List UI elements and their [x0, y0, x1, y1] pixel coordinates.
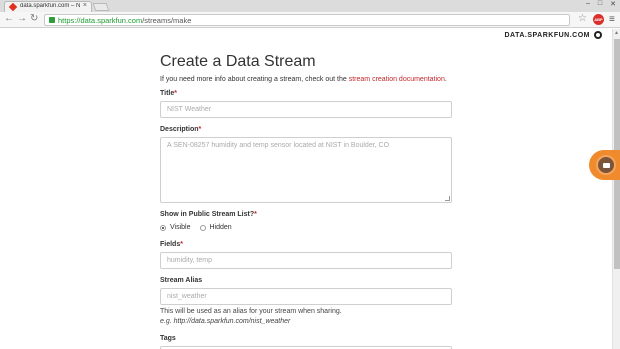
page-title: Create a Data Stream — [160, 53, 316, 70]
minimize-icon[interactable]: – — [586, 0, 590, 10]
url-text: https://data.sparkfun.com/streams/make — [58, 16, 191, 25]
intro-text: If you need more info about creating a s… — [160, 76, 447, 83]
back-icon[interactable]: ← — [4, 13, 14, 24]
description-textarea[interactable]: A SEN-08257 humidity and temp sensor loc… — [160, 137, 452, 203]
window-controls: – □ ✕ — [586, 0, 616, 10]
description-placeholder: A SEN-08257 humidity and temp sensor loc… — [167, 142, 390, 149]
title-label: Title* — [160, 90, 177, 97]
chrome-menu-icon[interactable]: ≡ — [609, 14, 615, 25]
scroll-up-icon[interactable]: ▲ — [614, 30, 619, 36]
alias-placeholder: nist_weather — [167, 293, 207, 300]
fields-input[interactable]: humidity, temp — [160, 252, 452, 269]
visibility-radio-group: Visible Hidden — [160, 224, 241, 231]
intro-text-end: . — [444, 76, 447, 83]
tab-close-icon[interactable]: × — [83, 2, 87, 9]
documentation-link[interactable]: stream creation documentation — [349, 76, 445, 83]
reload-icon[interactable]: ↻ — [30, 13, 38, 24]
maximize-icon[interactable]: □ — [598, 0, 602, 10]
tab-strip: data.sparkfun.com – New × – □ ✕ — [0, 0, 620, 12]
adblock-extension-icon[interactable]: ABP — [593, 14, 604, 25]
sparkfun-favicon-icon — [8, 2, 18, 12]
support-chat-button[interactable] — [589, 150, 620, 180]
alias-example-text: e.g. http://data.sparkfun.com/nist_weath… — [160, 318, 291, 325]
browser-tab[interactable]: data.sparkfun.com – New × — [4, 1, 92, 12]
visibility-label-text: Show in Public Stream List? — [160, 211, 255, 218]
fields-placeholder: humidity, temp — [167, 257, 212, 264]
alias-label: Stream Alias — [160, 277, 203, 284]
bookmark-star-icon[interactable]: ☆ — [578, 13, 587, 24]
alias-help-text: This will be used as an alias for your s… — [160, 308, 342, 315]
title-label-text: Title — [160, 90, 175, 97]
browser-toolbar: ← → ↻ https://data.sparkfun.com/streams/… — [0, 12, 620, 28]
lock-icon — [49, 17, 55, 23]
title-input[interactable]: NIST Weather — [160, 101, 452, 118]
required-marker: * — [254, 211, 257, 218]
url-path: /streams/make — [142, 16, 192, 25]
required-marker: * — [174, 90, 177, 97]
window-close-icon[interactable]: ✕ — [610, 0, 616, 10]
visibility-label: Show in Public Stream List?* — [160, 211, 257, 218]
fields-label: Fields* — [160, 241, 183, 248]
title-placeholder: NIST Weather — [167, 106, 212, 113]
visible-radio[interactable] — [160, 224, 166, 231]
chat-avatar-icon — [596, 155, 616, 175]
page-scrollbar[interactable]: ▲ — [612, 29, 620, 349]
url-host: https://data.sparkfun.com — [58, 16, 143, 25]
intro-text-body: If you need more info about creating a s… — [160, 76, 349, 83]
description-label-text: Description — [160, 126, 199, 133]
address-bar[interactable]: https://data.sparkfun.com/streams/make — [44, 14, 570, 26]
hidden-radio-label[interactable]: Hidden — [210, 224, 232, 231]
description-label: Description* — [160, 126, 201, 133]
hidden-radio[interactable] — [199, 224, 206, 231]
tab-title: data.sparkfun.com – New — [20, 3, 80, 9]
brand-link[interactable]: DATA.SPARKFUN.COM — [505, 32, 591, 39]
alias-input[interactable]: nist_weather — [160, 288, 452, 305]
new-tab-button[interactable] — [92, 3, 110, 11]
tags-label: Tags — [160, 335, 176, 342]
visible-radio-label[interactable]: Visible — [170, 224, 191, 231]
forward-icon[interactable]: → — [17, 13, 27, 24]
required-marker: * — [198, 126, 202, 133]
required-marker: * — [180, 241, 183, 248]
brand-logo-icon[interactable] — [594, 31, 602, 39]
fields-label-text: Fields — [160, 241, 181, 248]
page-content: DATA.SPARKFUN.COM Create a Data Stream I… — [0, 29, 612, 349]
resize-handle-icon[interactable] — [445, 196, 450, 201]
